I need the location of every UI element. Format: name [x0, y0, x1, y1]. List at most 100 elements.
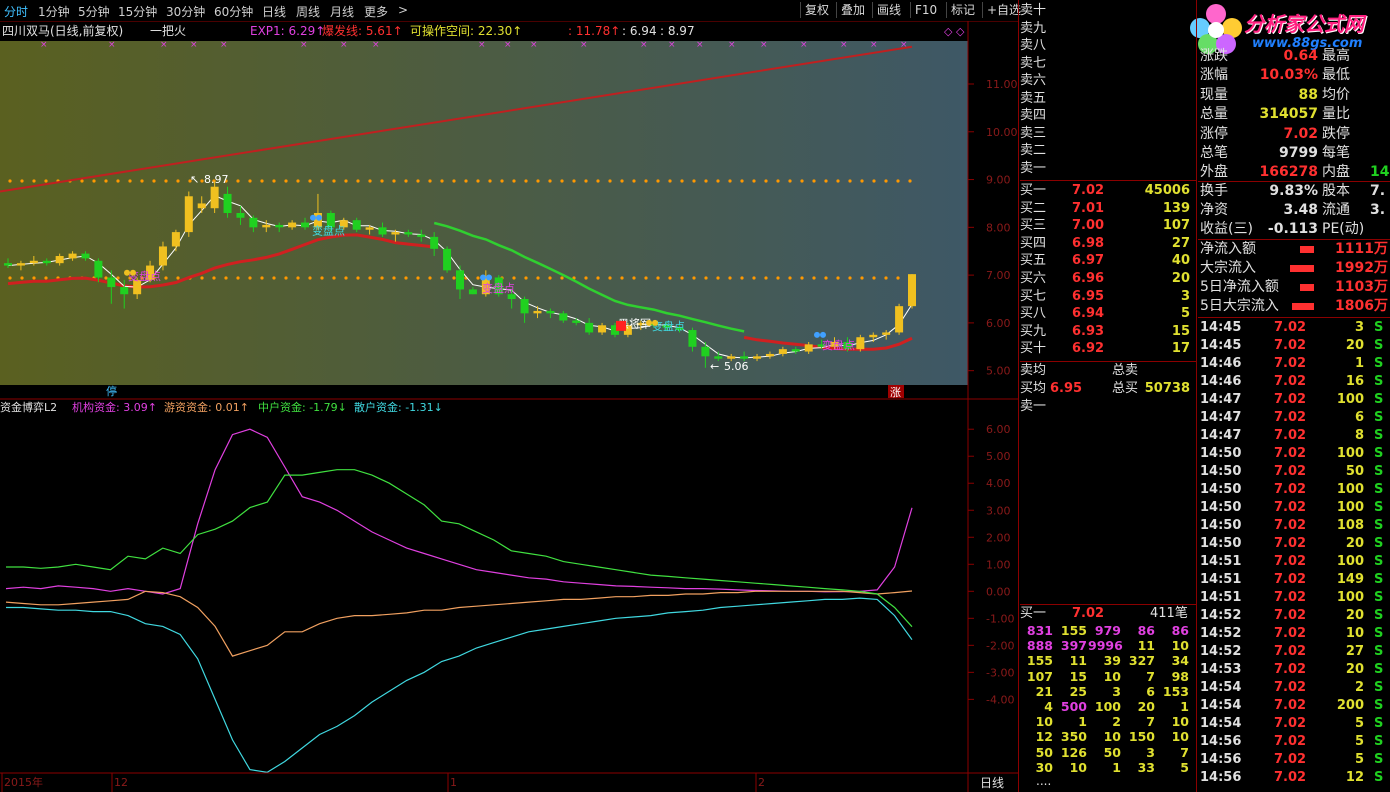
level-dot [620, 276, 624, 280]
tick-time: 14:51 [1200, 554, 1242, 569]
level-dot [584, 179, 588, 183]
toolbar-button-1[interactable]: 叠加 [836, 2, 869, 18]
queue-cell: 155 [1026, 653, 1053, 669]
tick-time: 14:47 [1200, 392, 1242, 407]
marker-x: × [530, 40, 538, 50]
level-dot [272, 179, 276, 183]
level-dot [44, 179, 48, 183]
level-dot [572, 179, 576, 183]
period-tab-1[interactable]: 1分钟 [38, 3, 70, 20]
buy-avg-row: 买均 6.95 总买 50738 [1020, 380, 1194, 398]
buy-level-label: 买三 [1020, 218, 1047, 234]
tick-side: S [1374, 410, 1384, 425]
period-tab-7[interactable]: 周线 [296, 3, 320, 20]
candle-body [791, 349, 800, 352]
buy-level-volume: 15 [1171, 323, 1190, 339]
queue-more[interactable]: .... [1036, 774, 1051, 788]
buy-level-label: 买六 [1020, 271, 1047, 286]
level-dot [812, 276, 816, 280]
stat-label-2: 内盘 [1322, 164, 1350, 181]
tick-volume: 100 [1336, 446, 1364, 461]
tick-time: 14:47 [1200, 428, 1242, 443]
level-dot [380, 179, 384, 183]
tick-price: 7.02 [1274, 716, 1307, 731]
sell-level-label: 卖四 [1020, 108, 1047, 123]
level-dot [764, 276, 768, 280]
period-tab-2[interactable]: 5分钟 [78, 3, 110, 20]
period-label[interactable]: 日线 [980, 776, 1004, 790]
toolbar-button-3[interactable]: F10 [910, 2, 941, 18]
tick-price: 7.02 [1274, 374, 1307, 389]
stat-label: 涨停 [1200, 125, 1228, 142]
level-dot [884, 179, 888, 183]
tick-time: 14:54 [1200, 716, 1242, 731]
tick-volume: 50 [1345, 464, 1364, 479]
period-tab-6[interactable]: 日线 [262, 3, 286, 20]
period-tab-4[interactable]: 30分钟 [166, 3, 205, 20]
queue-row: 12 350 10 150 10 [1020, 729, 1196, 744]
queue-cell: 1 [1112, 759, 1121, 775]
level-dot [656, 276, 660, 280]
buy-level-volume: 107 [1162, 218, 1190, 234]
period-tab-9[interactable]: 更多 [364, 3, 388, 20]
level-dot [848, 276, 852, 280]
level-dot [692, 276, 696, 280]
period-tab-0[interactable]: 分时 [4, 3, 28, 20]
more-chevron-icon[interactable]: > [398, 3, 408, 17]
level-dot [416, 276, 420, 280]
buy-level-label: 买四 [1020, 235, 1047, 251]
buy-level-row: 买五 6.97 40 [1020, 252, 1194, 270]
candle-body [598, 325, 607, 333]
flow-label: 5日大宗流入 [1200, 298, 1279, 314]
sub-y-tick-label: 3.00 [986, 504, 1011, 517]
exp1-value: EXP1: 6.29↑ [250, 24, 325, 38]
period-tab-3[interactable]: 15分钟 [118, 3, 157, 20]
order-book-divider [1020, 180, 1196, 181]
queue-cell: 33 [1137, 759, 1155, 775]
tick-volume: 100 [1336, 590, 1364, 605]
marker-x: × [728, 40, 736, 50]
level-dot [596, 276, 600, 280]
candle-body [81, 253, 90, 259]
wing [130, 269, 136, 276]
tick-price: 7.02 [1274, 392, 1307, 407]
limit-up-label: 涨 [890, 386, 901, 399]
candle-body [184, 196, 193, 233]
tick-row: 14:52 7.02 20 S [1198, 607, 1390, 625]
level-dot [236, 276, 240, 280]
toolbar-button-2[interactable]: 画线 [872, 2, 905, 18]
stat-label-2: 均价 [1322, 86, 1350, 103]
level-dot [392, 276, 396, 280]
tick-price: 7.02 [1274, 590, 1307, 605]
period-tab-8[interactable]: 月线 [330, 3, 354, 20]
v1-value: : 11.78↑ [568, 24, 620, 38]
toolbar-button-0[interactable]: 复权 [800, 2, 833, 18]
buy-level-volume: 5 [1180, 306, 1190, 322]
queue-row: 10 1 2 7 10 [1020, 714, 1196, 729]
tick-volume: 8 [1354, 428, 1364, 443]
tick-time: 14:53 [1200, 662, 1242, 677]
sub-y-tick-label: 1.00 [986, 558, 1011, 571]
tick-price: 7.02 [1274, 698, 1307, 713]
queue-row: 155 11 39 327 34 [1020, 653, 1196, 668]
tick-price: 7.02 [1274, 680, 1307, 695]
candle-body [727, 356, 736, 359]
period-tab-5[interactable]: 60分钟 [214, 3, 253, 20]
stat-label-2: 每笔 [1322, 145, 1350, 161]
buy-level-volume: 3 [1180, 288, 1190, 304]
tick-volume: 27 [1345, 644, 1364, 659]
queue-cell: 10 [1171, 729, 1189, 745]
buy-level-price: 7.01 [1072, 200, 1105, 216]
marker-x: × [108, 40, 116, 50]
tick-row: 14:54 7.02 200 S [1198, 697, 1390, 715]
level-dot [668, 276, 672, 280]
tick-side: S [1374, 680, 1384, 695]
tick-side: S [1374, 716, 1384, 731]
queue-price: 7.02 [1072, 606, 1105, 621]
candle-body [391, 232, 400, 235]
arrow-icon: ↖ [190, 173, 199, 186]
toolbar-button-4[interactable]: 标记 [946, 2, 979, 18]
level-dot [284, 179, 288, 183]
level-dot [524, 179, 528, 183]
level-dot [764, 179, 768, 183]
